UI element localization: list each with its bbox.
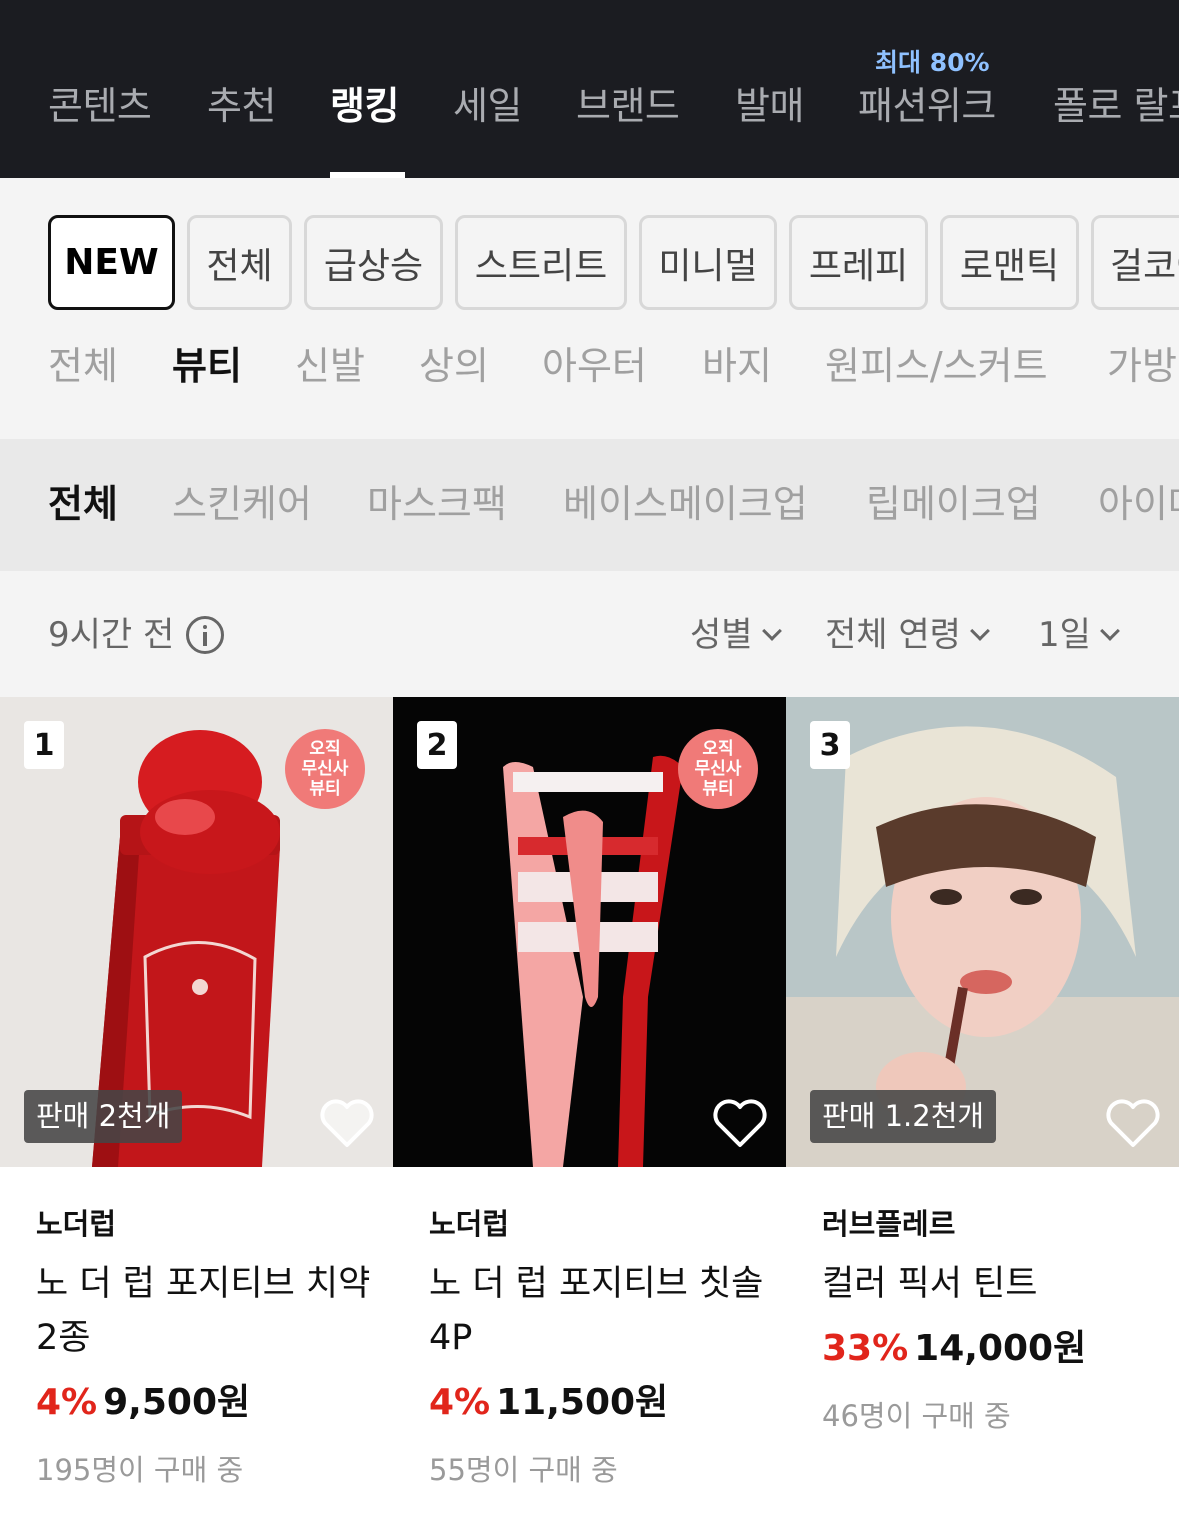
tab-sale[interactable]: 세일	[453, 78, 522, 134]
category-beauty[interactable]: 뷰티	[172, 338, 242, 394]
discount-rate: 33%	[822, 1328, 909, 1369]
category-dress-skirt[interactable]: 원피스/스커트	[825, 338, 1048, 394]
price: 4% 11,500원	[429, 1379, 668, 1427]
tab-release[interactable]: 발매	[735, 78, 804, 134]
brand-name[interactable]: 노더럽	[429, 1204, 509, 1244]
product-name[interactable]: 노 더 럽 포지티브 치약 2종	[36, 1257, 376, 1365]
chip-minimal[interactable]: 미니멀	[639, 215, 777, 310]
tab-contents[interactable]: 콘텐츠	[48, 78, 152, 134]
chip-all[interactable]: 전체	[187, 215, 292, 310]
brand-name[interactable]: 러브플레르	[822, 1204, 955, 1244]
promo-label: 최대 80%	[875, 48, 990, 77]
sold-count: 판매 2천개	[24, 1090, 183, 1143]
category-pants[interactable]: 바지	[702, 338, 772, 394]
sold-count: 판매 1.2천개	[810, 1090, 997, 1143]
gender-dropdown-label: 성별	[690, 615, 753, 655]
chip-street[interactable]: 스트리트	[455, 215, 627, 310]
chevron-down-icon	[761, 621, 782, 641]
chip-preppy[interactable]: 프레피	[789, 215, 928, 310]
category-tops[interactable]: 상의	[419, 338, 489, 394]
price-value: 14,000원	[914, 1328, 1087, 1369]
age-dropdown-label: 전체 연령	[825, 615, 961, 655]
heart-icon[interactable]	[1105, 1097, 1161, 1149]
product-image[interactable]: 2 오직 무신사 뷰티	[393, 697, 786, 1167]
buyer-count: 46명이 구매 중	[822, 1399, 1011, 1433]
category-bags[interactable]: 가방	[1107, 338, 1177, 394]
category-all[interactable]: 전체	[48, 338, 118, 394]
tab-recommend[interactable]: 추천	[207, 78, 276, 134]
chip-girlcore[interactable]: 걸코어	[1091, 215, 1179, 310]
category-outer[interactable]: 아우터	[542, 338, 647, 394]
exclusive-badge: 오직 무신사 뷰티	[678, 729, 758, 809]
buyer-count: 195명이 구매 중	[36, 1453, 244, 1487]
product-card[interactable]: 1 오직 무신사 뷰티 판매 2천개 노더럽 노 더 럽 포지티브 치약 2종 …	[0, 697, 393, 1516]
subcategory-bar: 전체 스킨케어 마스크팩 베이스메이크업 립메이크업 아이메이크업	[0, 439, 1179, 571]
discount-rate: 4%	[36, 1382, 98, 1423]
subcategory-skincare[interactable]: 스킨케어	[172, 476, 312, 532]
brand-name[interactable]: 노더럽	[36, 1204, 116, 1244]
subcategory-mask-pack[interactable]: 마스크팩	[367, 476, 507, 532]
age-dropdown[interactable]: 전체 연령	[825, 611, 990, 659]
price-value: 9,500원	[103, 1382, 251, 1423]
period-dropdown[interactable]: 1일	[1038, 611, 1120, 659]
heart-icon[interactable]	[712, 1097, 768, 1149]
product-name[interactable]: 노 더 럽 포지티브 칫솔 4P	[429, 1257, 769, 1365]
rank-number: 1	[24, 721, 64, 769]
discount-rate: 4%	[429, 1382, 491, 1423]
product-name[interactable]: 컬러 픽서 틴트	[822, 1257, 1162, 1311]
rank-number: 3	[810, 721, 850, 769]
tab-polo[interactable]: 폴로 랄프	[1053, 78, 1179, 134]
updated-time-label: 9시간 전	[48, 615, 175, 655]
updated-time: 9시간 전	[48, 611, 225, 659]
chip-romantic[interactable]: 로맨틱	[940, 215, 1079, 310]
tab-brand[interactable]: 브랜드	[576, 78, 680, 134]
info-icon[interactable]	[186, 616, 225, 654]
buyer-count: 55명이 구매 중	[429, 1453, 618, 1487]
period-dropdown-label: 1일	[1038, 615, 1091, 655]
subcategory-base-makeup[interactable]: 베이스메이크업	[563, 476, 808, 532]
subcategory-all[interactable]: 전체	[48, 476, 118, 532]
rank-number: 2	[417, 721, 457, 769]
product-card[interactable]: 3 판매 1.2천개 러브플레르 컬러 픽서 틴트 33% 14,000원 46명…	[786, 697, 1179, 1516]
category-shoes[interactable]: 신발	[295, 338, 365, 394]
subcategory-eye-makeup[interactable]: 아이메이크업	[1098, 476, 1179, 532]
price: 4% 9,500원	[36, 1379, 250, 1427]
info-row: 9시간 전 성별 전체 연령 1일	[0, 571, 1179, 698]
product-card[interactable]: 2 오직 무신사 뷰티 노더럽 노 더 럽 포지티브 칫솔 4P 4% 11,50…	[393, 697, 786, 1516]
gender-dropdown[interactable]: 성별	[690, 611, 782, 659]
product-image[interactable]: 1 오직 무신사 뷰티 판매 2천개	[0, 697, 393, 1167]
chevron-down-icon	[1100, 621, 1120, 641]
tab-fashion-week[interactable]: 패션위크	[858, 78, 996, 134]
price: 33% 14,000원	[822, 1325, 1086, 1373]
tab-ranking[interactable]: 랭킹	[330, 78, 399, 134]
top-nav: 콘텐츠 추천 랭킹 세일 브랜드 발매 최대 80% 패션위크 폴로 랄프	[0, 0, 1179, 178]
price-value: 11,500원	[496, 1382, 669, 1423]
chip-rising[interactable]: 급상승	[304, 215, 443, 310]
heart-icon[interactable]	[319, 1097, 375, 1149]
chip-new[interactable]: NEW	[48, 215, 175, 310]
subcategory-lip-makeup[interactable]: 립메이크업	[866, 476, 1041, 532]
filter-area: NEW 전체 급상승 스트리트 미니멀 프레피 로맨틱 걸코어 전체 뷰티 신발…	[0, 178, 1179, 439]
chevron-down-icon	[970, 621, 990, 641]
exclusive-badge: 오직 무신사 뷰티	[285, 729, 365, 809]
product-image[interactable]: 3 판매 1.2천개	[786, 697, 1179, 1167]
